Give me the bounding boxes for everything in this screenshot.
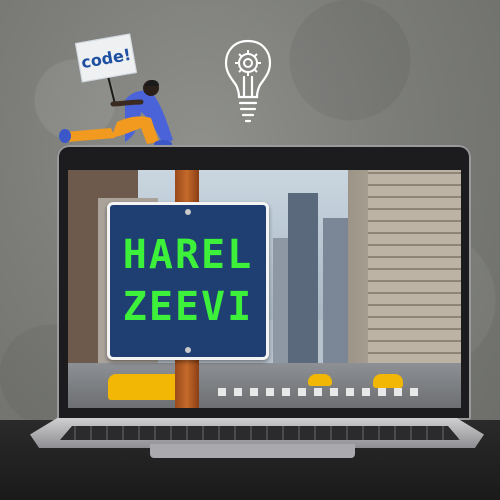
- taxi: [373, 374, 403, 388]
- sign-bolt: [185, 209, 191, 215]
- street-sign: HAREL ZEEVI: [107, 202, 269, 360]
- sign-line-2: ZEEVI: [122, 284, 254, 330]
- sign-line-1: HAREL: [122, 232, 254, 278]
- trackpad: [150, 444, 355, 458]
- lightbulb-icon: [224, 39, 272, 123]
- placard-text: code!: [79, 44, 133, 72]
- building: [368, 170, 461, 368]
- gear-icon: [235, 50, 261, 76]
- sign-bolt: [185, 347, 191, 353]
- keyboard: [60, 426, 460, 440]
- building: [323, 218, 348, 368]
- building: [288, 193, 318, 368]
- crosswalk: [218, 388, 418, 396]
- taxi: [308, 374, 332, 386]
